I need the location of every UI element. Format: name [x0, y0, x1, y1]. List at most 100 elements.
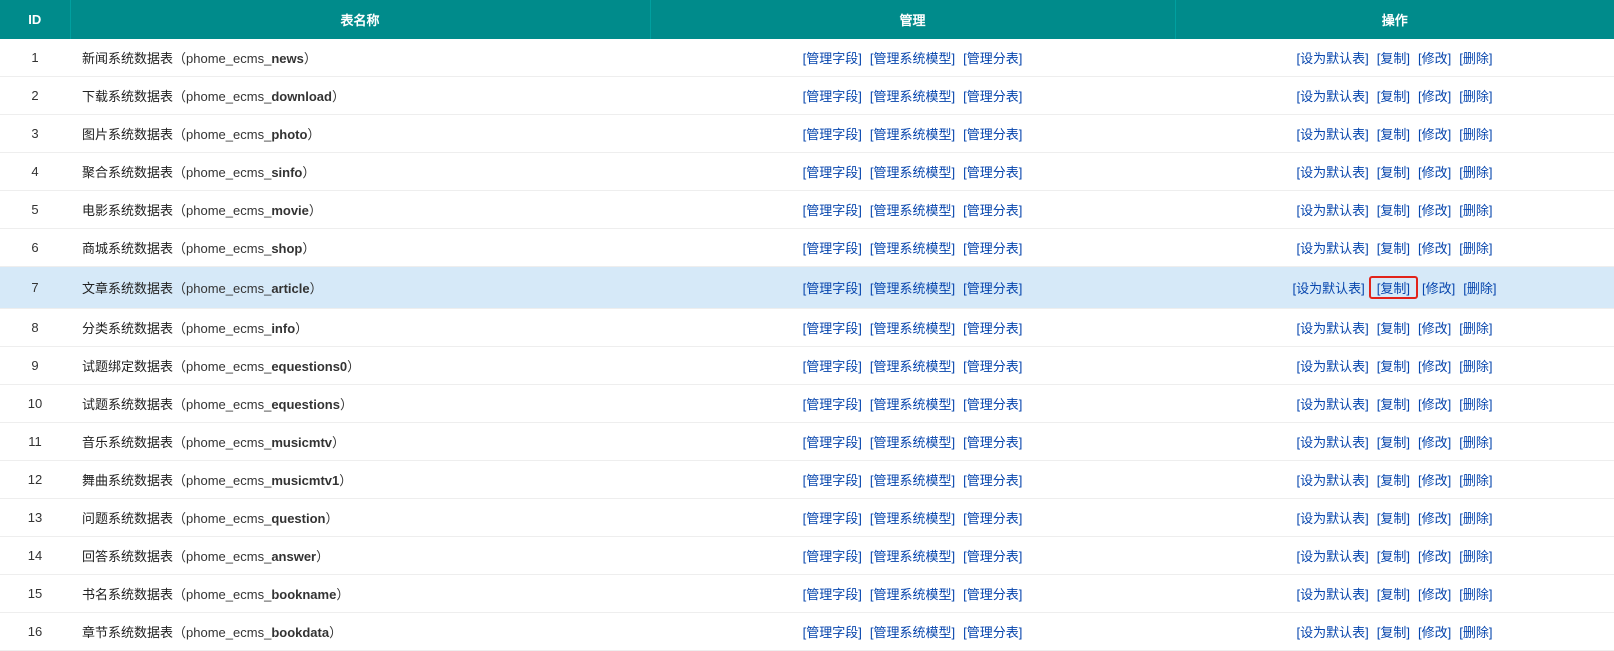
edit-link[interactable]: [修改] [1418, 165, 1451, 180]
manage-model-link[interactable]: [管理系统模型] [870, 89, 955, 104]
delete-link[interactable]: [删除] [1459, 625, 1492, 640]
delete-link[interactable]: [删除] [1459, 473, 1492, 488]
edit-link[interactable]: [修改] [1418, 89, 1451, 104]
edit-link[interactable]: [修改] [1418, 435, 1451, 450]
delete-link[interactable]: [删除] [1463, 281, 1496, 296]
manage-subtable-link[interactable]: [管理分表] [963, 127, 1022, 142]
copy-link[interactable]: [复制] [1377, 549, 1410, 564]
edit-link[interactable]: [修改] [1422, 281, 1455, 296]
manage-model-link[interactable]: [管理系统模型] [870, 241, 955, 256]
manage-model-link[interactable]: [管理系统模型] [870, 397, 955, 412]
manage-subtable-link[interactable]: [管理分表] [963, 241, 1022, 256]
delete-link[interactable]: [删除] [1459, 511, 1492, 526]
delete-link[interactable]: [删除] [1459, 321, 1492, 336]
delete-link[interactable]: [删除] [1459, 587, 1492, 602]
manage-subtable-link[interactable]: [管理分表] [963, 435, 1022, 450]
manage-model-link[interactable]: [管理系统模型] [870, 281, 955, 296]
set-default-link[interactable]: [设为默认表] [1297, 549, 1369, 564]
copy-link[interactable]: [复制] [1377, 165, 1410, 180]
manage-model-link[interactable]: [管理系统模型] [870, 625, 955, 640]
manage-subtable-link[interactable]: [管理分表] [963, 587, 1022, 602]
manage-subtable-link[interactable]: [管理分表] [963, 51, 1022, 66]
edit-link[interactable]: [修改] [1418, 587, 1451, 602]
manage-model-link[interactable]: [管理系统模型] [870, 127, 955, 142]
manage-model-link[interactable]: [管理系统模型] [870, 473, 955, 488]
delete-link[interactable]: [删除] [1459, 51, 1492, 66]
manage-fields-link[interactable]: [管理字段] [803, 321, 862, 336]
manage-fields-link[interactable]: [管理字段] [803, 51, 862, 66]
set-default-link[interactable]: [设为默认表] [1297, 511, 1369, 526]
manage-fields-link[interactable]: [管理字段] [803, 625, 862, 640]
manage-subtable-link[interactable]: [管理分表] [963, 203, 1022, 218]
set-default-link[interactable]: [设为默认表] [1297, 473, 1369, 488]
manage-fields-link[interactable]: [管理字段] [803, 549, 862, 564]
manage-fields-link[interactable]: [管理字段] [803, 587, 862, 602]
copy-link[interactable]: [复制] [1377, 359, 1410, 374]
manage-subtable-link[interactable]: [管理分表] [963, 397, 1022, 412]
set-default-link[interactable]: [设为默认表] [1297, 359, 1369, 374]
set-default-link[interactable]: [设为默认表] [1297, 241, 1369, 256]
manage-fields-link[interactable]: [管理字段] [803, 127, 862, 142]
manage-fields-link[interactable]: [管理字段] [803, 281, 862, 296]
manage-fields-link[interactable]: [管理字段] [803, 511, 862, 526]
edit-link[interactable]: [修改] [1418, 397, 1451, 412]
copy-link[interactable]: [复制] [1377, 241, 1410, 256]
manage-model-link[interactable]: [管理系统模型] [870, 435, 955, 450]
delete-link[interactable]: [删除] [1459, 359, 1492, 374]
set-default-link[interactable]: [设为默认表] [1297, 321, 1369, 336]
edit-link[interactable]: [修改] [1418, 241, 1451, 256]
set-default-link[interactable]: [设为默认表] [1297, 89, 1369, 104]
manage-subtable-link[interactable]: [管理分表] [963, 89, 1022, 104]
copy-link[interactable]: [复制] [1377, 281, 1410, 296]
set-default-link[interactable]: [设为默认表] [1297, 165, 1369, 180]
edit-link[interactable]: [修改] [1418, 51, 1451, 66]
edit-link[interactable]: [修改] [1418, 321, 1451, 336]
manage-fields-link[interactable]: [管理字段] [803, 435, 862, 450]
set-default-link[interactable]: [设为默认表] [1297, 625, 1369, 640]
copy-link[interactable]: [复制] [1377, 321, 1410, 336]
manage-subtable-link[interactable]: [管理分表] [963, 281, 1022, 296]
manage-subtable-link[interactable]: [管理分表] [963, 549, 1022, 564]
copy-link[interactable]: [复制] [1377, 397, 1410, 412]
edit-link[interactable]: [修改] [1418, 127, 1451, 142]
set-default-link[interactable]: [设为默认表] [1297, 127, 1369, 142]
copy-link[interactable]: [复制] [1377, 203, 1410, 218]
delete-link[interactable]: [删除] [1459, 549, 1492, 564]
delete-link[interactable]: [删除] [1459, 89, 1492, 104]
manage-subtable-link[interactable]: [管理分表] [963, 511, 1022, 526]
manage-fields-link[interactable]: [管理字段] [803, 203, 862, 218]
copy-link[interactable]: [复制] [1377, 51, 1410, 66]
set-default-link[interactable]: [设为默认表] [1293, 281, 1365, 296]
edit-link[interactable]: [修改] [1418, 511, 1451, 526]
edit-link[interactable]: [修改] [1418, 473, 1451, 488]
manage-model-link[interactable]: [管理系统模型] [870, 51, 955, 66]
delete-link[interactable]: [删除] [1459, 241, 1492, 256]
manage-model-link[interactable]: [管理系统模型] [870, 511, 955, 526]
manage-fields-link[interactable]: [管理字段] [803, 473, 862, 488]
manage-model-link[interactable]: [管理系统模型] [870, 359, 955, 374]
manage-subtable-link[interactable]: [管理分表] [963, 473, 1022, 488]
manage-model-link[interactable]: [管理系统模型] [870, 549, 955, 564]
manage-model-link[interactable]: [管理系统模型] [870, 165, 955, 180]
manage-model-link[interactable]: [管理系统模型] [870, 587, 955, 602]
edit-link[interactable]: [修改] [1418, 203, 1451, 218]
manage-subtable-link[interactable]: [管理分表] [963, 625, 1022, 640]
set-default-link[interactable]: [设为默认表] [1297, 435, 1369, 450]
manage-subtable-link[interactable]: [管理分表] [963, 359, 1022, 374]
copy-link[interactable]: [复制] [1377, 435, 1410, 450]
edit-link[interactable]: [修改] [1418, 625, 1451, 640]
copy-link[interactable]: [复制] [1377, 511, 1410, 526]
manage-subtable-link[interactable]: [管理分表] [963, 321, 1022, 336]
copy-link[interactable]: [复制] [1377, 127, 1410, 142]
copy-link[interactable]: [复制] [1377, 89, 1410, 104]
delete-link[interactable]: [删除] [1459, 435, 1492, 450]
delete-link[interactable]: [删除] [1459, 165, 1492, 180]
set-default-link[interactable]: [设为默认表] [1297, 397, 1369, 412]
manage-model-link[interactable]: [管理系统模型] [870, 321, 955, 336]
manage-model-link[interactable]: [管理系统模型] [870, 203, 955, 218]
copy-link[interactable]: [复制] [1377, 473, 1410, 488]
manage-fields-link[interactable]: [管理字段] [803, 89, 862, 104]
delete-link[interactable]: [删除] [1459, 127, 1492, 142]
manage-fields-link[interactable]: [管理字段] [803, 397, 862, 412]
set-default-link[interactable]: [设为默认表] [1297, 51, 1369, 66]
